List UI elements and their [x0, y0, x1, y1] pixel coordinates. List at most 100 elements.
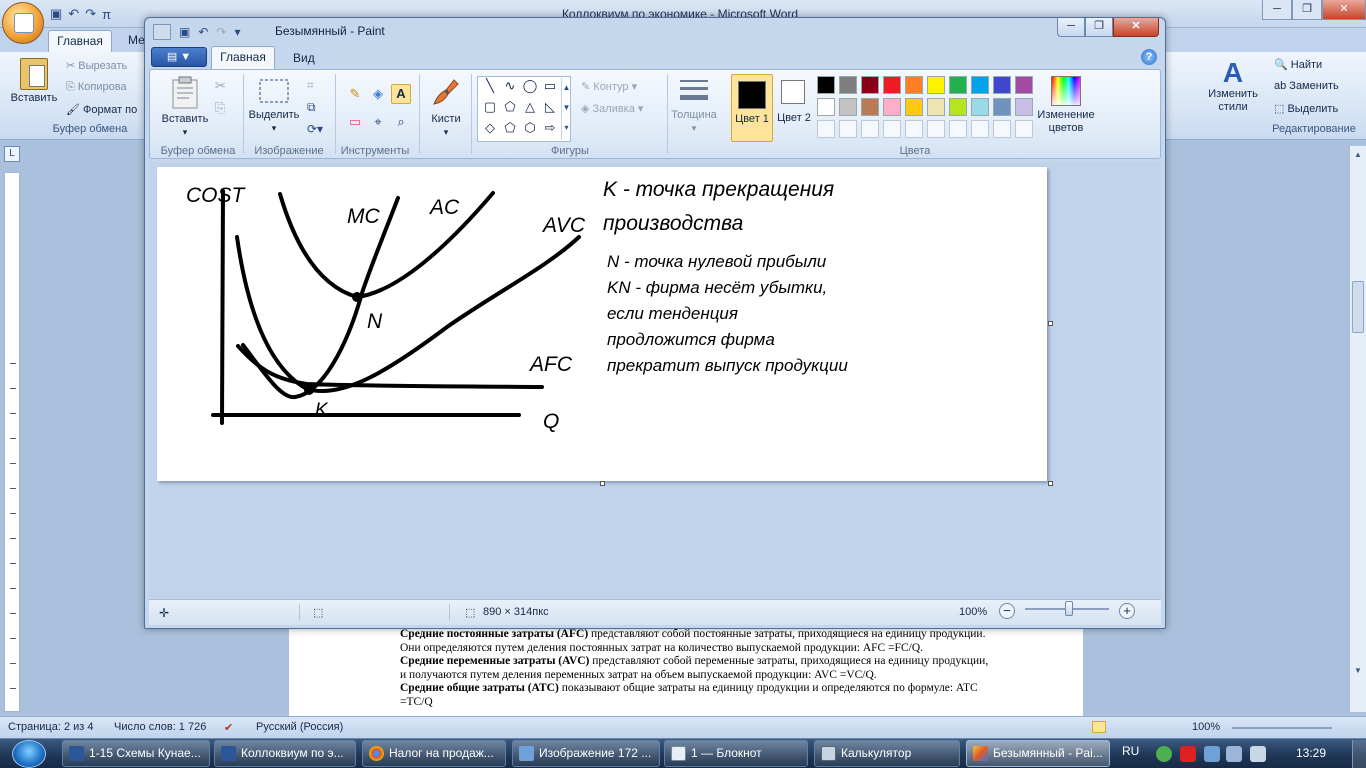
- word-minimize-button[interactable]: ─: [1262, 0, 1292, 20]
- paint-select-button[interactable]: Выделить ▾: [245, 76, 303, 135]
- arrow-shape-icon[interactable]: ⇨: [541, 120, 559, 138]
- paint-tab-home[interactable]: Главная: [211, 46, 275, 69]
- redo-icon[interactable]: ↷: [85, 6, 96, 22]
- palette-swatch[interactable]: [927, 98, 945, 116]
- fill-bucket-icon[interactable]: ◈: [368, 84, 388, 104]
- redo-icon[interactable]: ↷: [216, 25, 226, 39]
- scroll-thumb[interactable]: [1352, 281, 1364, 333]
- palette-swatch[interactable]: [949, 76, 967, 94]
- word-vertical-scrollbar[interactable]: ▲ ▼: [1349, 146, 1366, 712]
- resize-handle-bottom[interactable]: [600, 481, 605, 486]
- show-desktop-button[interactable]: [1352, 740, 1366, 768]
- save-icon[interactable]: ▣: [179, 25, 190, 39]
- paint-close-button[interactable]: ✕: [1113, 18, 1159, 37]
- word-close-button[interactable]: ✕: [1322, 0, 1366, 20]
- pentagon-shape-icon[interactable]: ⬠: [501, 120, 519, 138]
- paint-app-icon[interactable]: [153, 24, 171, 40]
- word-tab-home[interactable]: Главная: [48, 30, 112, 52]
- paint-canvas[interactable]: COST MC AC AVC AFC N K Q K - точка прекр…: [157, 167, 1047, 481]
- paint-size-button[interactable]: Толщина ▾: [669, 76, 719, 135]
- help-icon[interactable]: ?: [1141, 49, 1157, 65]
- shape-fill-button[interactable]: ◈ Заливка ▾: [581, 102, 643, 115]
- oval-shape-icon[interactable]: ◯: [521, 78, 539, 96]
- palette-swatch[interactable]: [905, 98, 923, 116]
- spellcheck-icon[interactable]: ✔: [224, 721, 233, 734]
- custom-color-slot[interactable]: [883, 120, 901, 138]
- tray-network-icon[interactable]: [1204, 746, 1220, 762]
- tray-antivirus-icon[interactable]: [1180, 746, 1196, 762]
- zoom-out-icon[interactable]: −: [999, 603, 1015, 619]
- hexagon-shape-icon[interactable]: ⬡: [521, 120, 539, 138]
- pi-icon[interactable]: π: [102, 7, 111, 22]
- word-find-button[interactable]: 🔍 Найти: [1274, 58, 1322, 71]
- scroll-down-icon[interactable]: ▼: [1352, 666, 1364, 678]
- paint-maximize-button[interactable]: ❐: [1085, 18, 1113, 37]
- taskbar-item-schemes[interactable]: 1-15 Схемы Кунае...: [62, 740, 210, 767]
- word-cut-button[interactable]: ✂ Вырезать: [66, 59, 127, 72]
- undo-icon[interactable]: ↶: [198, 25, 208, 39]
- color-picker-icon[interactable]: ⌖: [368, 112, 388, 132]
- cut-icon[interactable]: ✂: [215, 78, 226, 94]
- office-button[interactable]: [2, 2, 44, 44]
- save-icon[interactable]: ▣: [50, 6, 62, 22]
- palette-swatch[interactable]: [1015, 98, 1033, 116]
- rotate-icon[interactable]: ⟳▾: [307, 122, 323, 136]
- tray-language[interactable]: RU: [1122, 744, 1139, 758]
- palette-swatch[interactable]: [993, 98, 1011, 116]
- print-layout-icon[interactable]: [1092, 721, 1106, 733]
- paint-paste-button[interactable]: Вставить ▾: [157, 76, 213, 139]
- shapes-scroll[interactable]: ▲ ▼ ▾: [561, 78, 571, 140]
- scroll-up-icon[interactable]: ▲: [1352, 150, 1364, 162]
- taskbar-item-notepad[interactable]: 1 — Блокнот: [664, 740, 808, 767]
- tray-utorrent-icon[interactable]: [1156, 746, 1172, 762]
- custom-color-slot[interactable]: [949, 120, 967, 138]
- diamond-shape-icon[interactable]: ◇: [481, 120, 499, 138]
- magnifier-icon[interactable]: ⌕: [391, 112, 411, 132]
- custom-color-slot[interactable]: [817, 120, 835, 138]
- custom-color-slot[interactable]: [1015, 120, 1033, 138]
- taskbar-item-browser[interactable]: Налог на продаж...: [362, 740, 506, 767]
- tray-volume-icon[interactable]: [1250, 746, 1266, 762]
- word-zoom-level[interactable]: 100%: [1192, 721, 1220, 733]
- word-format-painter-button[interactable]: 🖌 Формат по: [66, 103, 137, 116]
- palette-swatch[interactable]: [949, 98, 967, 116]
- taskbar-item-paint[interactable]: Безымянный - Pai...: [966, 740, 1110, 767]
- customize-qat-icon[interactable]: ▾: [234, 25, 240, 39]
- zoom-in-icon[interactable]: +: [1119, 603, 1135, 619]
- palette-swatch[interactable]: [883, 76, 901, 94]
- word-zoom-slider[interactable]: [1232, 727, 1332, 729]
- custom-color-slot[interactable]: [927, 120, 945, 138]
- taskbar-item-image[interactable]: Изображение 172 ...: [512, 740, 660, 767]
- start-button[interactable]: [12, 740, 46, 768]
- palette-swatch[interactable]: [971, 76, 989, 94]
- palette-swatch[interactable]: [839, 98, 857, 116]
- eraser-icon[interactable]: ▭: [345, 112, 365, 132]
- tray-monitor-icon[interactable]: [1226, 746, 1242, 762]
- word-replace-button[interactable]: ab Заменить: [1274, 80, 1339, 92]
- custom-color-slot[interactable]: [905, 120, 923, 138]
- polygon-shape-icon[interactable]: ⬠: [501, 99, 519, 117]
- edit-colors-button[interactable]: Изменение цветов: [1035, 76, 1097, 135]
- text-tool-icon[interactable]: A: [391, 84, 411, 104]
- word-tab-insert[interactable]: Ме: [128, 33, 145, 47]
- crop-icon[interactable]: ⌗: [307, 78, 314, 93]
- right-triangle-shape-icon[interactable]: ◺: [541, 99, 559, 117]
- word-restore-button[interactable]: ❐: [1292, 0, 1322, 20]
- curve-shape-icon[interactable]: ∿: [501, 78, 519, 96]
- resize-handle-corner[interactable]: [1048, 481, 1053, 486]
- color2-button[interactable]: Цвет 2: [775, 74, 815, 142]
- line-shape-icon[interactable]: ╲: [481, 78, 499, 96]
- taskbar-item-colloquium[interactable]: Коллоквиум по э...: [214, 740, 356, 767]
- word-count[interactable]: Число слов: 1 726: [114, 721, 206, 733]
- palette-swatch[interactable]: [1015, 76, 1033, 94]
- custom-color-slot[interactable]: [861, 120, 879, 138]
- rectangle-shape-icon[interactable]: ▭: [541, 78, 559, 96]
- paint-minimize-button[interactable]: ─: [1057, 18, 1085, 37]
- language-indicator[interactable]: Русский (Россия): [256, 721, 343, 733]
- triangle-shape-icon[interactable]: △: [521, 99, 539, 117]
- resize-handle-right[interactable]: [1048, 321, 1053, 326]
- palette-swatch[interactable]: [905, 76, 923, 94]
- palette-swatch[interactable]: [927, 76, 945, 94]
- word-change-styles-button[interactable]: A Изменить стили: [1204, 58, 1262, 114]
- word-paste-button[interactable]: Вставить: [8, 58, 60, 116]
